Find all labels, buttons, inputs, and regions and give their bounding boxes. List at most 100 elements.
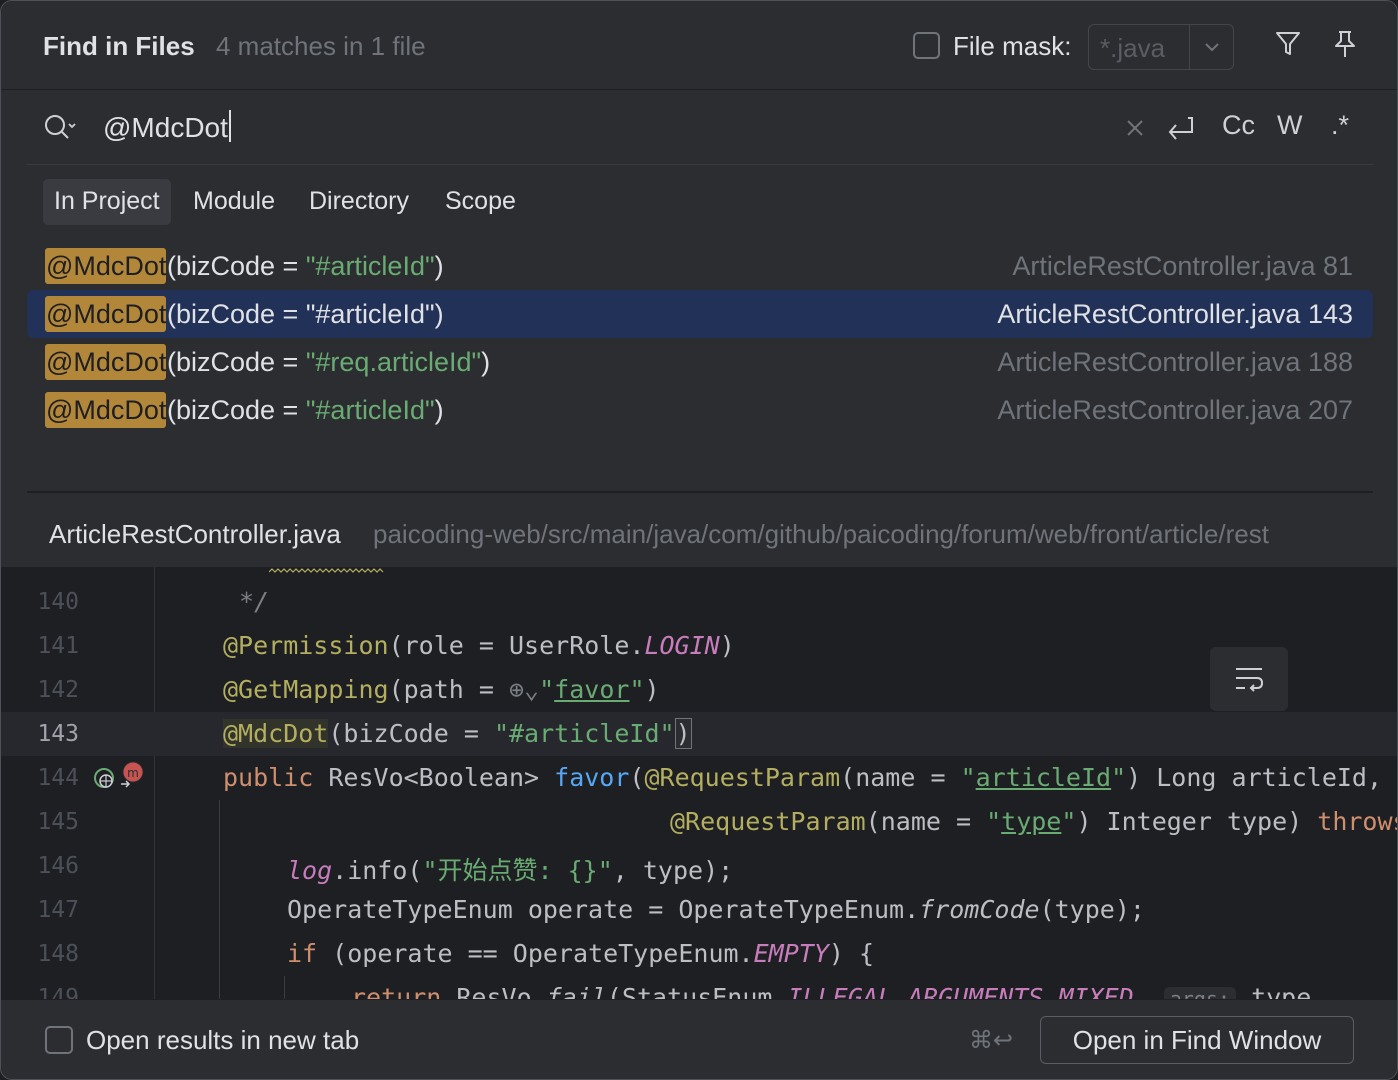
token: @GetMapping	[223, 675, 389, 704]
result-location: ArticleRestController.java 188	[997, 347, 1353, 377]
soft-wrap-icon	[1236, 668, 1264, 692]
code-line: 144 m public ResVo<Boolean> favor(@Reque…	[1, 756, 1397, 800]
token: OperateTypeEnum operate = OperateTypeEnu…	[287, 895, 920, 924]
result-post: )	[481, 347, 491, 377]
result-string: "#req.articleId"	[305, 347, 482, 377]
search-divider	[27, 164, 1373, 165]
token: ResVo.	[441, 983, 547, 999]
token: "#articleId"	[493, 719, 675, 748]
soft-wrap-button[interactable]	[1210, 647, 1288, 711]
match-highlight: @MdcDot	[45, 248, 167, 284]
result-post: )	[434, 251, 444, 281]
code-text: @MdcDot(bizCode = "#articleId")	[223, 718, 692, 749]
line-number: 142	[37, 677, 79, 703]
token: favor	[554, 675, 630, 704]
code-text: @RequestParam(name = "type") Integer typ…	[670, 807, 1397, 836]
tab-module[interactable]: Module	[182, 179, 286, 225]
pin-icon[interactable]	[1328, 27, 1362, 61]
token: (StatusEnum.	[606, 983, 788, 999]
dropdown-separator	[1189, 25, 1190, 69]
result-string: "#articleId"	[305, 251, 435, 281]
result-pre: (bizCode =	[167, 299, 306, 329]
token: (name =	[865, 807, 987, 836]
preview-file-name: ArticleRestController.java	[49, 519, 341, 549]
tab-label: In Project	[54, 187, 160, 215]
open-new-tab-label: Open results in new tab	[86, 1025, 360, 1055]
web-endpoint-icon[interactable]	[91, 764, 119, 792]
code-preview[interactable]: 140 */ 141 @Permission(role = UserRole.L…	[1, 567, 1397, 999]
tab-in-project[interactable]: In Project	[43, 179, 171, 225]
svg-text:m: m	[127, 766, 139, 780]
tab-directory[interactable]: Directory	[298, 179, 420, 225]
line-number: 140	[37, 589, 79, 615]
code-line-current: 143 @MdcDot(bizCode = "#articleId")	[1, 712, 1397, 756]
token: @Permission	[223, 631, 389, 660]
result-row[interactable]: @MdcDot (bizCode = "#articleId") Article…	[27, 242, 1373, 290]
dialog-header: Find in Files 4 matches in 1 file File m…	[1, 1, 1397, 89]
parameter-hint: args:	[1163, 987, 1237, 999]
match-highlight: @MdcDot	[45, 296, 167, 332]
file-mask-checkbox[interactable]	[913, 32, 940, 59]
token: "开始点赞: {}"	[422, 856, 613, 885]
globe-icon[interactable]: ⊕⌄	[509, 675, 539, 704]
result-post: )	[434, 299, 444, 329]
token: type	[1236, 983, 1312, 999]
token: (name =	[840, 763, 961, 792]
result-string: "#articleId"	[305, 395, 435, 425]
token: ResVo<Boolean>	[313, 763, 555, 792]
token: ) Integer type)	[1076, 807, 1318, 836]
token: LOGIN	[644, 631, 720, 660]
result-row-selected[interactable]: @MdcDot (bizCode = "#articleId") Article…	[27, 290, 1373, 338]
token: EMPTY	[753, 939, 829, 968]
token: , type);	[612, 856, 734, 885]
open-in-find-window-button[interactable]: Open in Find Window	[1040, 1016, 1354, 1064]
whole-words-toggle[interactable]: W	[1277, 110, 1302, 141]
search-history-icon[interactable]	[41, 110, 81, 144]
open-new-tab-checkbox[interactable]	[45, 1026, 73, 1054]
token: .info(	[332, 856, 423, 885]
file-mask-dropdown[interactable]: *.java	[1088, 24, 1234, 70]
token: type	[1001, 807, 1062, 836]
tab-label: Scope	[445, 187, 516, 215]
result-location: ArticleRestController.java 143	[997, 299, 1353, 329]
new-line-icon[interactable]	[1164, 112, 1198, 144]
token: @RequestParam	[670, 807, 866, 836]
match-count: 4 matches in 1 file	[216, 31, 426, 61]
method-override-icon[interactable]: m	[119, 760, 147, 790]
match-case-toggle[interactable]: Cc	[1222, 110, 1255, 141]
result-pre: (bizCode =	[167, 251, 306, 281]
code-text: if (operate == OperateTypeEnum.EMPTY) {	[287, 939, 874, 968]
token: )	[719, 631, 735, 660]
chevron-down-icon[interactable]	[1197, 33, 1227, 61]
code-text: return ResVo.fail(StatusEnum.ILLEGAL_ARG…	[351, 983, 1311, 999]
regex-toggle[interactable]: .*	[1331, 110, 1349, 141]
code-line: 146 log.info("开始点赞: {}", type);	[1, 844, 1397, 888]
filter-icon[interactable]	[1271, 27, 1305, 61]
token: ) {	[828, 939, 875, 968]
code-line: 141 @Permission(role = UserRole.LOGIN)	[1, 624, 1397, 668]
code-line: 140 */	[1, 580, 1397, 624]
code-text: */	[239, 587, 270, 616]
preview-header: ArticleRestController.java paicoding-web…	[1, 493, 1397, 567]
result-pre: (bizCode =	[167, 395, 306, 425]
match-highlight: @MdcDot	[45, 344, 167, 380]
code-text: log.info("开始点赞: {}", type);	[287, 851, 733, 887]
result-row[interactable]: @MdcDot (bizCode = "#articleId") Article…	[27, 386, 1373, 434]
tab-scope[interactable]: Scope	[434, 179, 527, 225]
result-text: (bizCode = "#articleId")	[167, 251, 444, 282]
shortcut-hint: ⌘↩	[969, 1027, 1014, 1054]
code-line: 145 @RequestParam(name = "type") Integer…	[1, 800, 1397, 844]
code-text: @Permission(role = UserRole.LOGIN)	[223, 631, 735, 660]
search-input[interactable]: @MdcDot	[103, 110, 231, 144]
line-number: 145	[37, 809, 79, 835]
match-highlight: @MdcDot	[45, 392, 167, 428]
file-mask-value: *.java	[1100, 33, 1166, 63]
result-text: (bizCode = "#articleId")	[167, 395, 444, 426]
code-line: 149 return ResVo.fail(StatusEnum.ILLEGAL…	[1, 976, 1397, 999]
line-number: 144	[37, 765, 79, 791]
text-caret	[228, 110, 231, 142]
token: public	[223, 763, 314, 792]
clear-icon[interactable]	[1125, 118, 1145, 138]
result-row[interactable]: @MdcDot (bizCode = "#req.articleId") Art…	[27, 338, 1373, 386]
token: throws	[1317, 807, 1397, 836]
